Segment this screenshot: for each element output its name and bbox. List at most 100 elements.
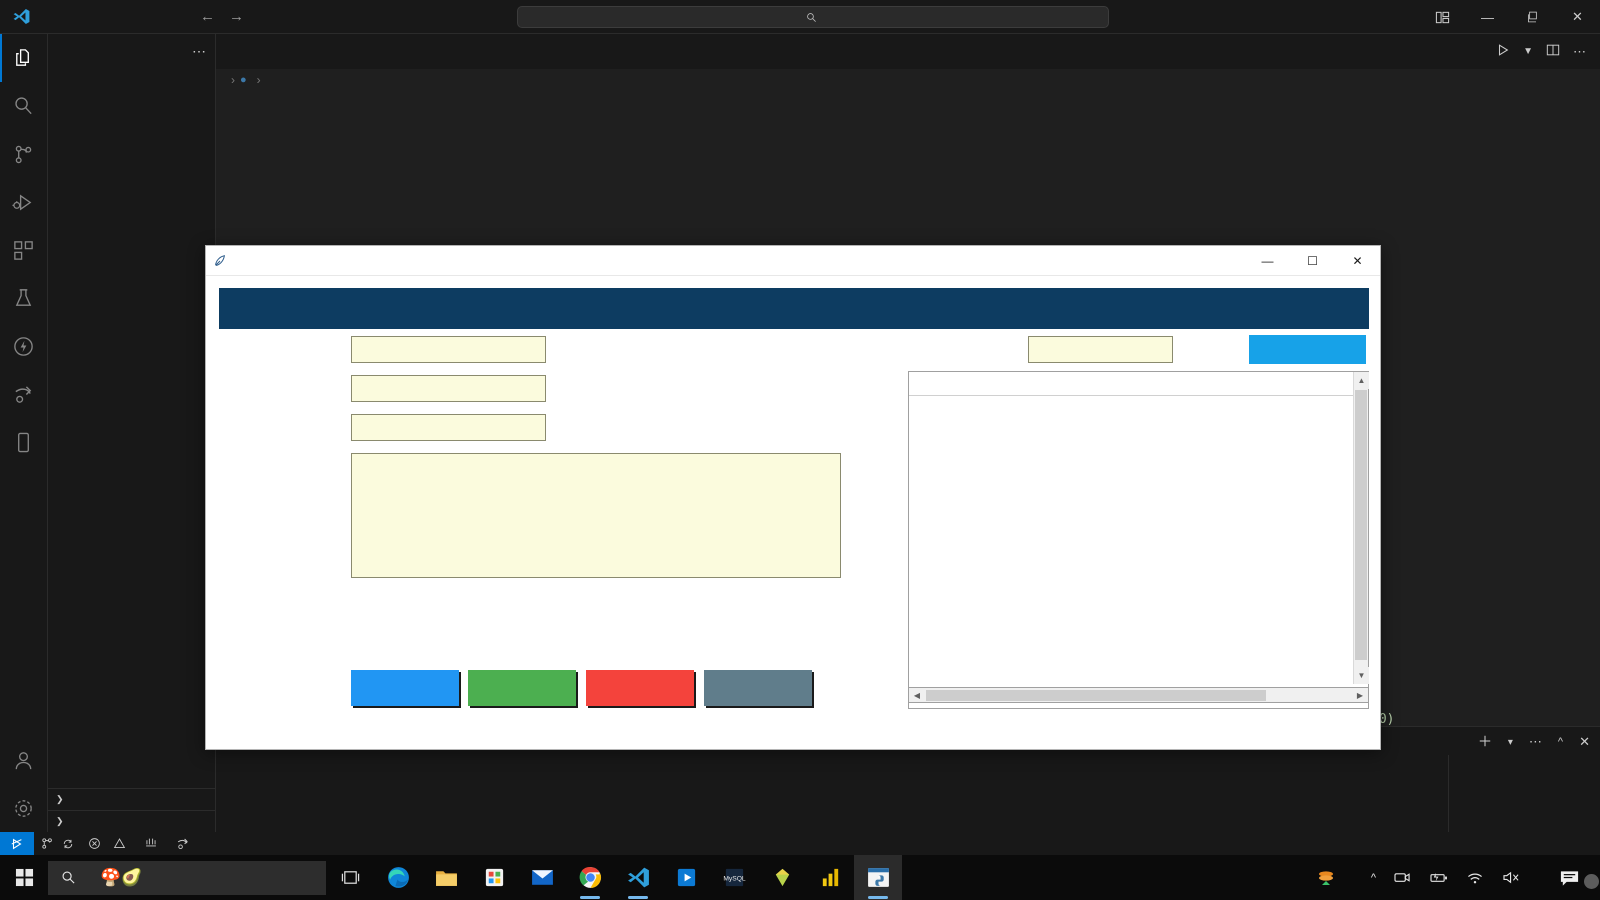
chevron-up-icon[interactable]: ^ [1362,872,1385,884]
split-editor-icon[interactable] [1546,43,1560,60]
sidebar-item-testing[interactable] [0,274,48,322]
volume-muted-icon[interactable] [1493,870,1530,885]
food-icon[interactable]: 🍄🥑 [100,868,142,888]
status-problems[interactable] [81,832,137,855]
code-editor[interactable] [216,91,1600,94]
status-ports[interactable] [137,832,169,855]
delete-button[interactable] [586,670,694,706]
sidebar-section-timeline[interactable]: ❯ [48,810,215,832]
table-vertical-scrollbar[interactable]: ▲ ▼ [1353,372,1369,684]
camera-icon[interactable] [1385,870,1420,885]
plus-icon[interactable] [1478,734,1492,751]
sidebar-section-outline[interactable]: ❯ [48,788,215,810]
hscroll-thumb[interactable] [926,690,1266,701]
search-button[interactable] [1249,335,1366,364]
folder-icon[interactable] [422,855,470,900]
table-header-row[interactable] [909,372,1368,396]
menu-file[interactable] [42,13,60,21]
ellipsis-icon[interactable]: ⋯ [1529,734,1542,750]
menu-selection[interactable] [78,13,96,21]
vscroll-thumb[interactable] [1355,390,1367,660]
menu-run[interactable] [132,13,150,21]
store-icon[interactable] [470,855,518,900]
mysql-icon[interactable]: MySQL [710,855,758,900]
task-view-icon[interactable] [326,855,374,900]
sidebar-item-explorer[interactable] [0,34,48,82]
battery-icon[interactable] [1420,870,1457,885]
course-results-table[interactable]: ▲ ▼ [908,371,1369,709]
clear-button[interactable] [704,670,812,706]
update-button[interactable] [468,670,576,706]
chrome-icon[interactable] [566,855,614,900]
wifi-icon[interactable] [1457,870,1493,885]
taskbar-app-icons[interactable]: MySQL [326,855,902,900]
chart-icon[interactable] [806,855,854,900]
sidebar-item-run-and-debug[interactable] [0,178,48,226]
dialog-close-icon[interactable]: ✕ [1335,246,1380,276]
file-tree[interactable] [48,69,215,71]
stocks-widget[interactable] [1304,867,1362,889]
arrow-left-icon[interactable]: ← [200,8,215,25]
chevron-up-icon[interactable]: ▲ [1354,372,1369,389]
menu-bar[interactable] [42,13,186,21]
chevron-down-icon[interactable]: ▼ [1523,46,1533,57]
menu-terminal[interactable] [150,13,168,21]
chevron-up-icon[interactable]: ^ [1558,736,1563,748]
chevron-right-icon[interactable]: ▶ [1352,688,1368,702]
sidebar-item-mobile-preview[interactable] [0,418,48,466]
table-body[interactable] [909,396,1368,684]
search-input[interactable]: 🍄🥑 [48,860,326,895]
minimap[interactable] [1481,91,1586,731]
input-description[interactable] [351,453,841,578]
windows-start-icon[interactable] [0,855,48,900]
maximize-icon[interactable] [1510,0,1555,34]
minimize-icon[interactable]: — [1465,0,1510,34]
input-duration[interactable] [351,375,546,402]
editor-tab-strip[interactable] [216,34,1600,69]
menu-view[interactable] [96,13,114,21]
dialog-maximize-icon[interactable]: ☐ [1290,246,1335,276]
edge-icon[interactable] [374,855,422,900]
close-icon[interactable]: ✕ [1555,0,1600,34]
menu-edit[interactable] [60,13,78,21]
terminal-output[interactable] [216,755,1446,833]
menu-go[interactable] [114,13,132,21]
dialog-title-bar[interactable]: — ☐ ✕ [206,246,1380,276]
notification-icon[interactable] [1550,869,1599,889]
table-horizontal-scrollbar[interactable]: ◀ ▶ [908,687,1369,703]
ellipsis-icon[interactable]: ⋯ [192,43,207,60]
sidebar-item-source-control[interactable] [0,130,48,178]
sidebar-item-search[interactable] [0,82,48,130]
accounts-icon[interactable] [0,736,48,784]
gear-icon[interactable] [0,784,48,832]
status-bar [0,832,1600,855]
input-course-name[interactable] [351,336,546,363]
dialog-minimize-icon[interactable]: — [1245,246,1290,276]
remote-window-icon[interactable] [0,832,34,855]
play-icon[interactable] [1496,43,1510,60]
vscode-icon[interactable] [614,855,662,900]
save-button[interactable] [351,670,459,706]
input-search-course-name[interactable] [1028,336,1173,363]
chevron-down-icon[interactable]: ▼ [1354,667,1369,684]
terminal-tab-list[interactable] [1448,755,1600,833]
editor-layout-icon[interactable] [1420,0,1465,34]
status-live-share[interactable] [169,832,201,855]
close-icon[interactable]: ✕ [1579,734,1590,750]
input-charges[interactable] [351,414,546,441]
menu-help[interactable] [168,13,186,21]
breadcrumb[interactable]: › ● › [216,69,1600,91]
arrow-right-icon[interactable]: → [229,8,244,25]
command-center-search[interactable] [517,6,1109,28]
movies-icon[interactable] [662,855,710,900]
python-window-icon[interactable] [854,855,902,900]
chevron-left-icon[interactable]: ◀ [909,688,925,702]
chevron-down-icon[interactable]: ▾ [1508,737,1513,748]
gem-icon[interactable] [758,855,806,900]
ellipsis-icon[interactable]: ⋯ [1573,44,1586,60]
mail-icon[interactable] [518,855,566,900]
sidebar-item-extensions[interactable] [0,226,48,274]
sidebar-item-live-share[interactable] [0,370,48,418]
status-branch[interactable] [34,832,81,855]
sidebar-item-thunder-client[interactable] [0,322,48,370]
